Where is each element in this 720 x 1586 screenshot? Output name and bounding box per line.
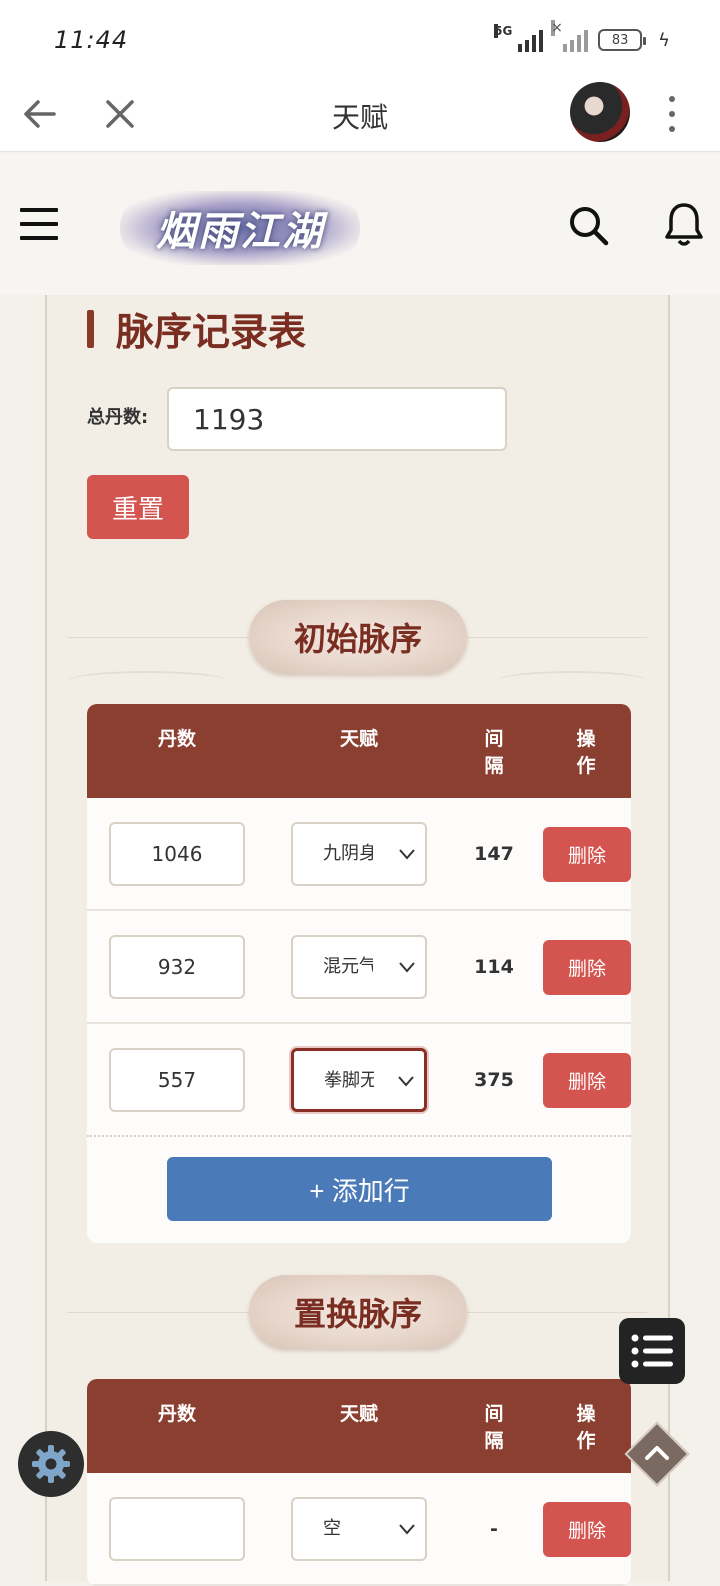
dan-input[interactable] [109,1497,245,1561]
header-gap: 间隔 [484,1403,504,1452]
header-action: 操作 [576,1403,596,1452]
heading-accent-bar [87,309,94,348]
delete-row-button[interactable]: 删除 [543,940,631,995]
site-logo[interactable]: 烟雨江湖 [120,191,360,265]
hamburger-menu-icon[interactable] [20,208,58,240]
status-bar: 11:44 5G × 83 ϟ [0,0,720,76]
header-action: 操作 [576,728,596,777]
battery-icon: 83 [598,29,647,51]
title-bar: 天赋 [0,76,720,152]
table-row: 557 拳脚无 375 删除 [87,1024,631,1137]
search-icon[interactable] [566,203,610,247]
table-row: 932 混元气 114 删除 [87,911,631,1024]
decorative-wave [497,671,647,691]
main-content: 脉序记录表 总丹数: 重置 初始脉序 丹数 天赋 间隔 操作 1046 九阴身 … [45,295,670,1586]
table-header: 丹数 天赋 间隔 操作 [87,704,631,798]
delete-row-button[interactable]: 删除 [543,1502,631,1557]
network-label: 5G [494,24,513,38]
gap-value: - [490,1518,498,1540]
chevron-down-icon [398,1076,414,1087]
tianfu-select[interactable]: 空 [291,1497,427,1561]
bell-icon[interactable] [662,201,706,249]
tianfu-select[interactable]: 九阴身 [291,822,427,886]
avatar[interactable] [570,82,630,142]
signal-5g-icon: 5G [494,24,544,52]
tianfu-selected-value: 混元气 [323,956,373,977]
add-row-button[interactable]: + 添加行 [167,1157,552,1221]
table-header: 丹数 天赋 间隔 操作 [87,1379,631,1473]
dan-input[interactable]: 1046 [109,822,245,886]
more-vertical-icon[interactable] [660,96,684,132]
heading-text: 脉序记录表 [116,310,307,354]
section-title-initial: 初始脉序 [249,600,467,674]
status-time: 11:44 [54,26,129,54]
decorative-wave [67,671,227,691]
replace-table: 丹数 天赋 间隔 操作 空 - 删除 [87,1379,631,1586]
gap-value: 114 [474,956,514,978]
gap-value: 375 [474,1069,514,1091]
initial-table: 丹数 天赋 间隔 操作 1046 九阴身 147 删除 932 混元气 114 … [87,704,631,1243]
tianfu-selected-value: 九阴身 [323,843,373,864]
header-tianfu: 天赋 [339,728,378,750]
page-heading: 脉序记录表 [87,301,306,356]
add-row-area: + 添加行 [87,1137,631,1243]
header-tianfu: 天赋 [339,1403,378,1425]
chevron-up-icon [645,1446,669,1460]
gear-icon[interactable] [18,1431,84,1497]
chevron-down-icon [399,849,415,860]
header-dan: 丹数 [157,1403,196,1425]
table-row: 空 - 删除 [87,1473,631,1586]
site-header: 烟雨江湖 [0,153,720,295]
tianfu-select[interactable]: 拳脚无 [291,1048,427,1112]
gap-value: 147 [474,843,514,865]
tianfu-select[interactable]: 混元气 [291,935,427,999]
chevron-down-icon [399,962,415,973]
dan-input[interactable]: 932 [109,935,245,999]
charging-icon: ϟ [658,29,670,51]
dan-input[interactable]: 557 [109,1048,245,1112]
total-dan-input[interactable] [167,387,507,451]
list-icon[interactable] [619,1318,685,1384]
delete-row-button[interactable]: 删除 [543,1053,631,1108]
logo-text: 烟雨江湖 [156,208,324,255]
delete-row-button[interactable]: 删除 [543,827,631,882]
table-row: 1046 九阴身 147 删除 [87,798,631,911]
chevron-down-icon [399,1524,415,1535]
section-title-replace: 置换脉序 [249,1275,467,1349]
signal-no-service-icon: × [551,20,589,52]
tianfu-selected-value: 拳脚无 [324,1070,374,1091]
total-dan-label: 总丹数: [87,407,149,428]
tianfu-selected-value: 空 [323,1518,341,1539]
status-icons: 5G × 83 ϟ [494,20,670,54]
battery-level: 83 [611,32,629,48]
header-gap: 间隔 [484,728,504,777]
header-dan: 丹数 [157,728,196,750]
reset-button[interactable]: 重置 [87,475,189,539]
